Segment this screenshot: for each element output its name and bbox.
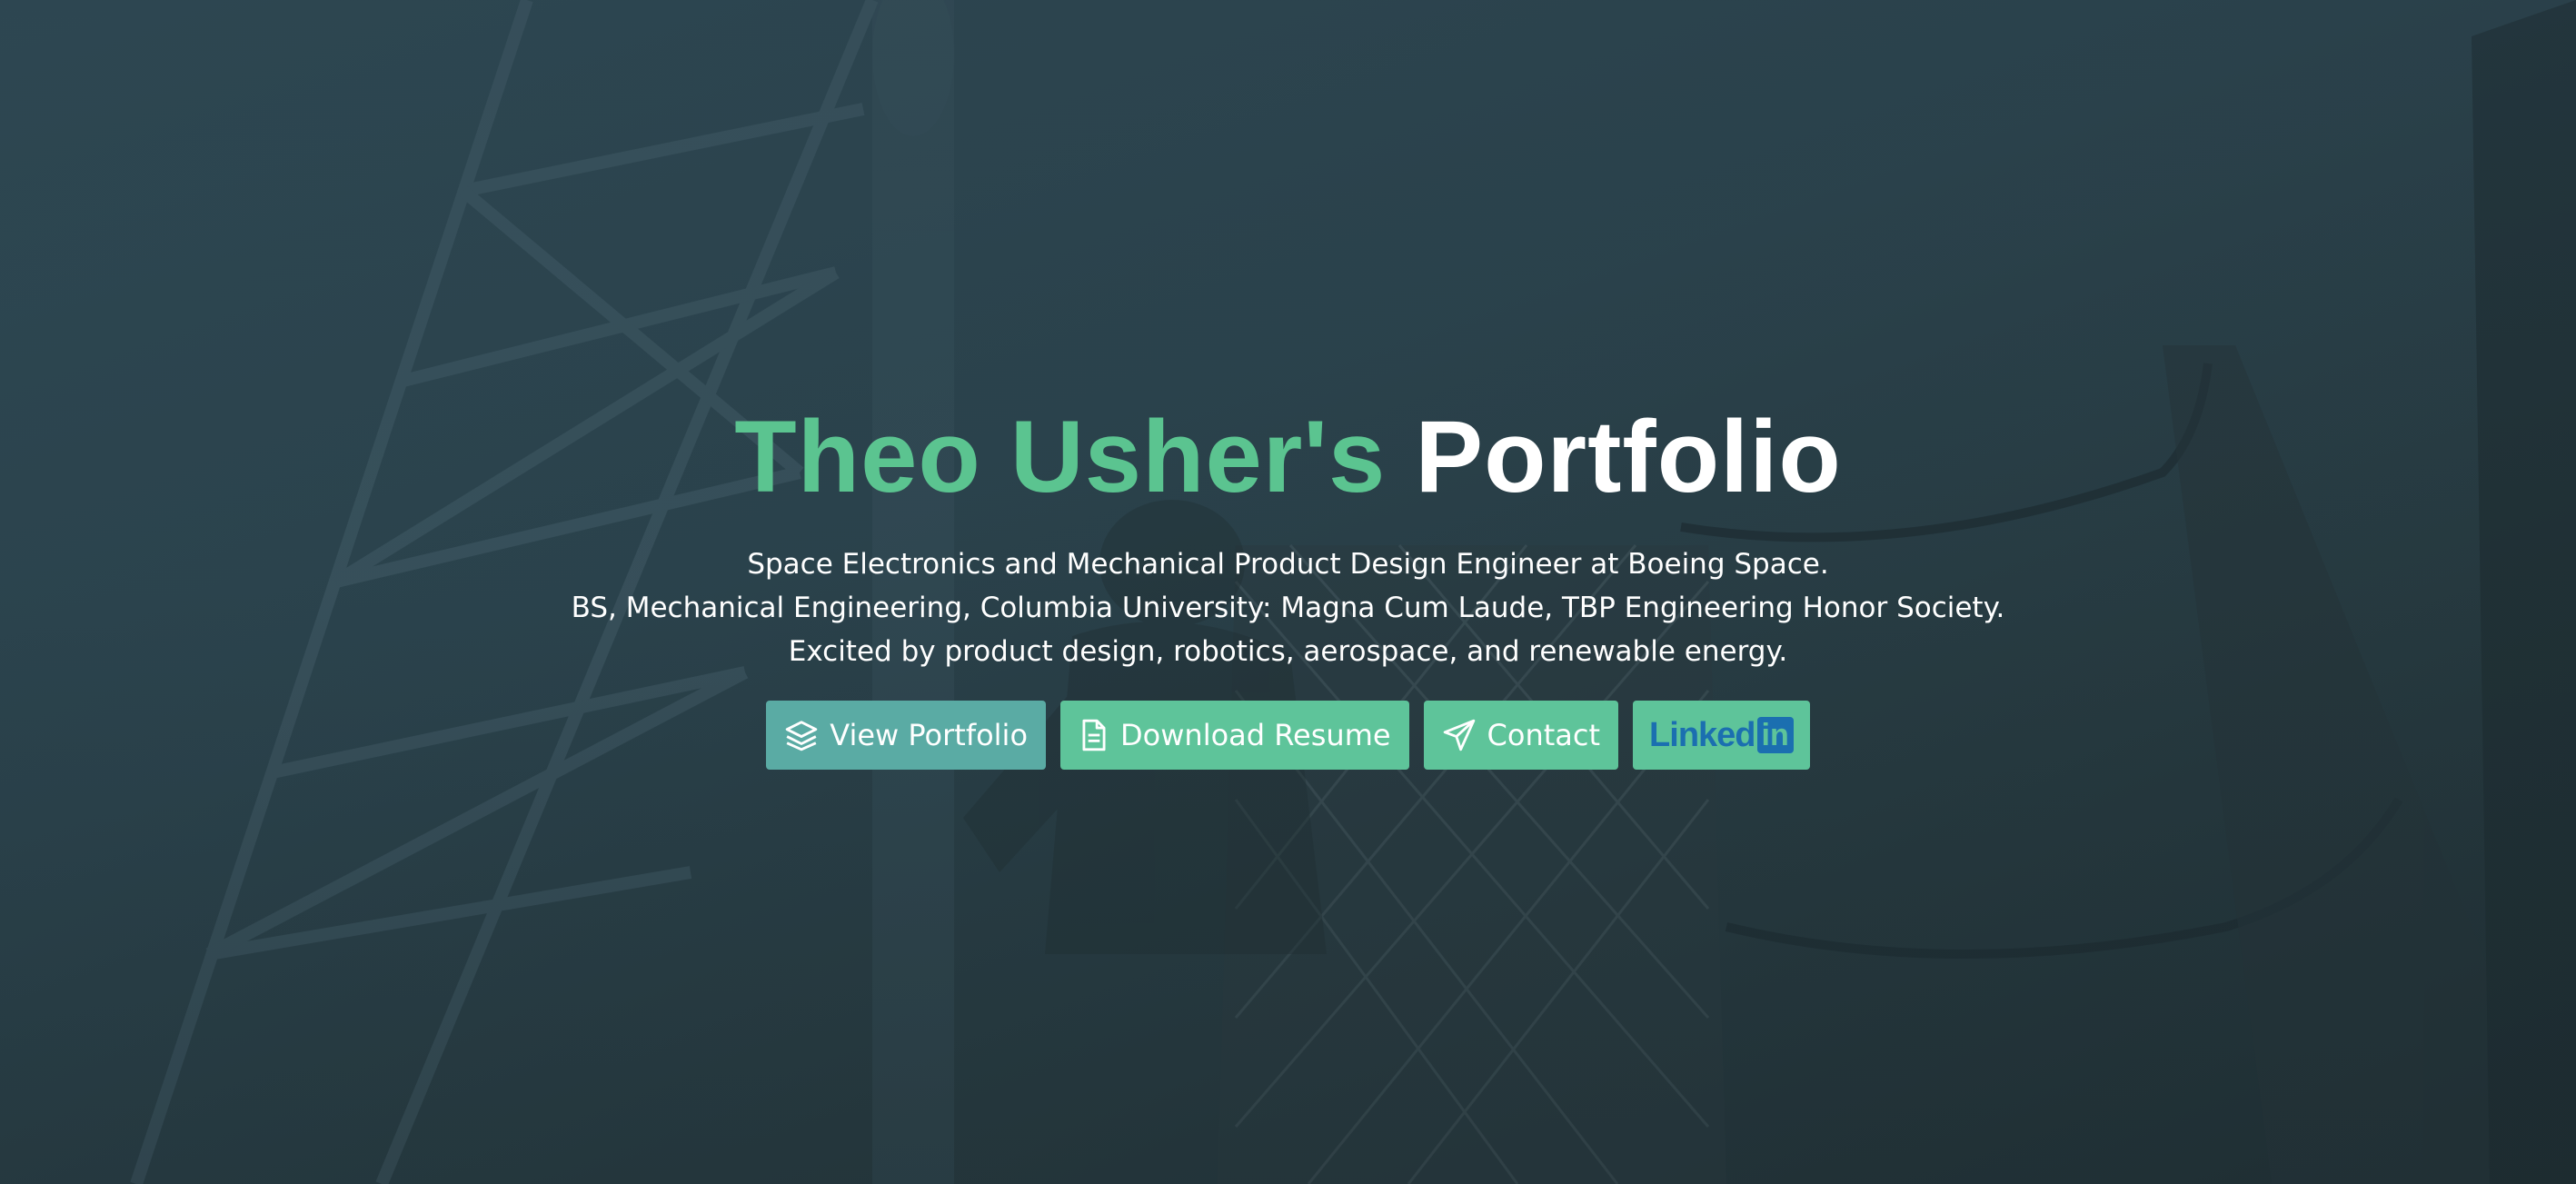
- page-title: Theo Usher's Portfolio: [0, 400, 2576, 513]
- contact-button[interactable]: Contact: [1423, 701, 1619, 770]
- download-resume-button[interactable]: Download Resume: [1060, 701, 1409, 770]
- subtitle-line-interests: Excited by product design, robotics, aer…: [788, 635, 1788, 668]
- contact-label: Contact: [1487, 718, 1601, 752]
- linkedin-logo-text: Linked: [1649, 715, 1755, 754]
- title-portfolio: Portfolio: [1415, 400, 1842, 513]
- hero-section: Theo Usher's Portfolio Space Electronics…: [0, 0, 2576, 1184]
- view-portfolio-label: View Portfolio: [830, 718, 1029, 752]
- hero-buttons: View Portfolio Download Resume Contact L…: [0, 701, 2576, 770]
- linkedin-button[interactable]: Linked in: [1633, 701, 1810, 770]
- subtitle-line-education: BS, Mechanical Engineering, Columbia Uni…: [571, 592, 2005, 624]
- subtitle-line-role: Space Electronics and Mechanical Product…: [747, 548, 1829, 581]
- linkedin-logo-box: in: [1756, 717, 1794, 753]
- layers-icon: [784, 718, 819, 752]
- view-portfolio-button[interactable]: View Portfolio: [766, 701, 1047, 770]
- document-icon: [1079, 718, 1109, 752]
- hero-subtitle: Space Electronics and Mechanical Product…: [0, 542, 2576, 673]
- download-resume-label: Download Resume: [1120, 718, 1391, 752]
- linkedin-logo: Linked in: [1649, 716, 1794, 755]
- hero-content: Theo Usher's Portfolio Space Electronics…: [0, 400, 2576, 770]
- paper-plane-icon: [1442, 718, 1477, 752]
- title-name: Theo Usher's: [734, 400, 1387, 513]
